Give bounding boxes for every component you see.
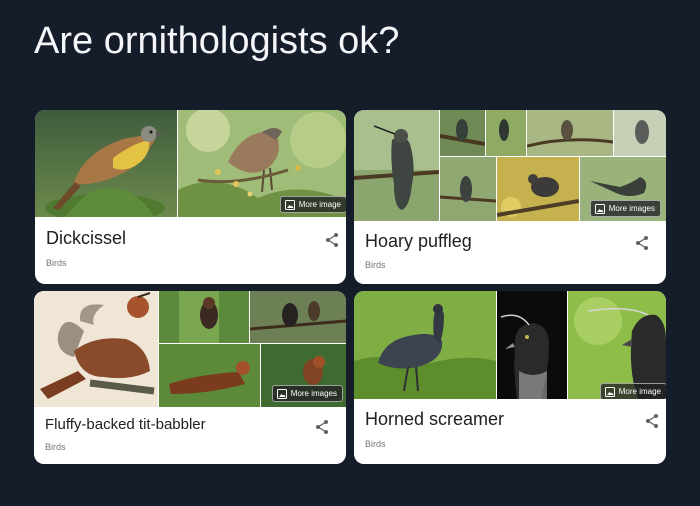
bird-photo[interactable] [614,110,666,156]
knowledge-card-hoary-puffleg[interactable]: More images Hoary puffleg Birds [354,110,666,284]
card-title[interactable]: Dickcissel [46,228,126,249]
post-title: Are ornithologists ok? [34,20,400,62]
image-icon [594,203,605,214]
card-title[interactable]: Hoary puffleg [365,231,472,252]
image-strip[interactable]: More images [354,110,666,221]
bird-photo[interactable]: More image [568,291,666,399]
card-category: Birds [46,258,67,268]
card-title[interactable]: Fluffy-backed tit-babbler [45,416,206,433]
bird-photo[interactable] [159,344,260,407]
bird-photo[interactable] [354,291,496,399]
image-icon [604,386,615,397]
bird-photo[interactable] [497,291,567,399]
more-images-button[interactable]: More image [599,383,666,399]
bird-photo[interactable] [440,157,496,221]
card-category: Birds [365,260,386,270]
more-images-button[interactable]: More images [271,385,343,402]
bird-photo[interactable] [486,110,526,156]
knowledge-card-dickcissel[interactable]: More image Dickcissel Birds [35,110,346,284]
share-icon[interactable] [644,413,660,429]
share-icon[interactable] [324,232,340,248]
card-title[interactable]: Horned screamer [365,409,504,430]
image-strip[interactable]: More image [35,110,346,217]
bird-photo[interactable]: More images [580,157,666,221]
card-category: Birds [45,442,66,452]
share-icon[interactable] [634,235,650,251]
image-strip[interactable]: More images [34,291,346,407]
card-category: Birds [365,439,386,449]
more-images-button[interactable]: More images [589,200,661,217]
share-icon[interactable] [314,419,330,435]
bird-photo[interactable] [354,110,439,221]
bird-photo[interactable] [34,291,158,407]
knowledge-card-fluffy-backed-tit-babbler[interactable]: More images Fluffy-backed tit-babbler Bi… [34,291,346,464]
bird-photo[interactable] [35,110,177,217]
image-icon [276,388,287,399]
more-images-button[interactable]: More image [279,196,346,213]
bird-photo[interactable] [159,291,249,343]
image-icon [284,199,295,210]
bird-photo[interactable] [527,110,613,156]
image-strip[interactable]: More image [354,291,666,399]
bird-photo[interactable] [440,110,485,156]
knowledge-card-horned-screamer[interactable]: More image Horned screamer Birds [354,291,666,464]
bird-photo[interactable]: More images [261,344,346,407]
bird-photo[interactable] [250,291,346,343]
bird-photo[interactable] [497,157,579,221]
bird-photo[interactable]: More image [178,110,346,217]
